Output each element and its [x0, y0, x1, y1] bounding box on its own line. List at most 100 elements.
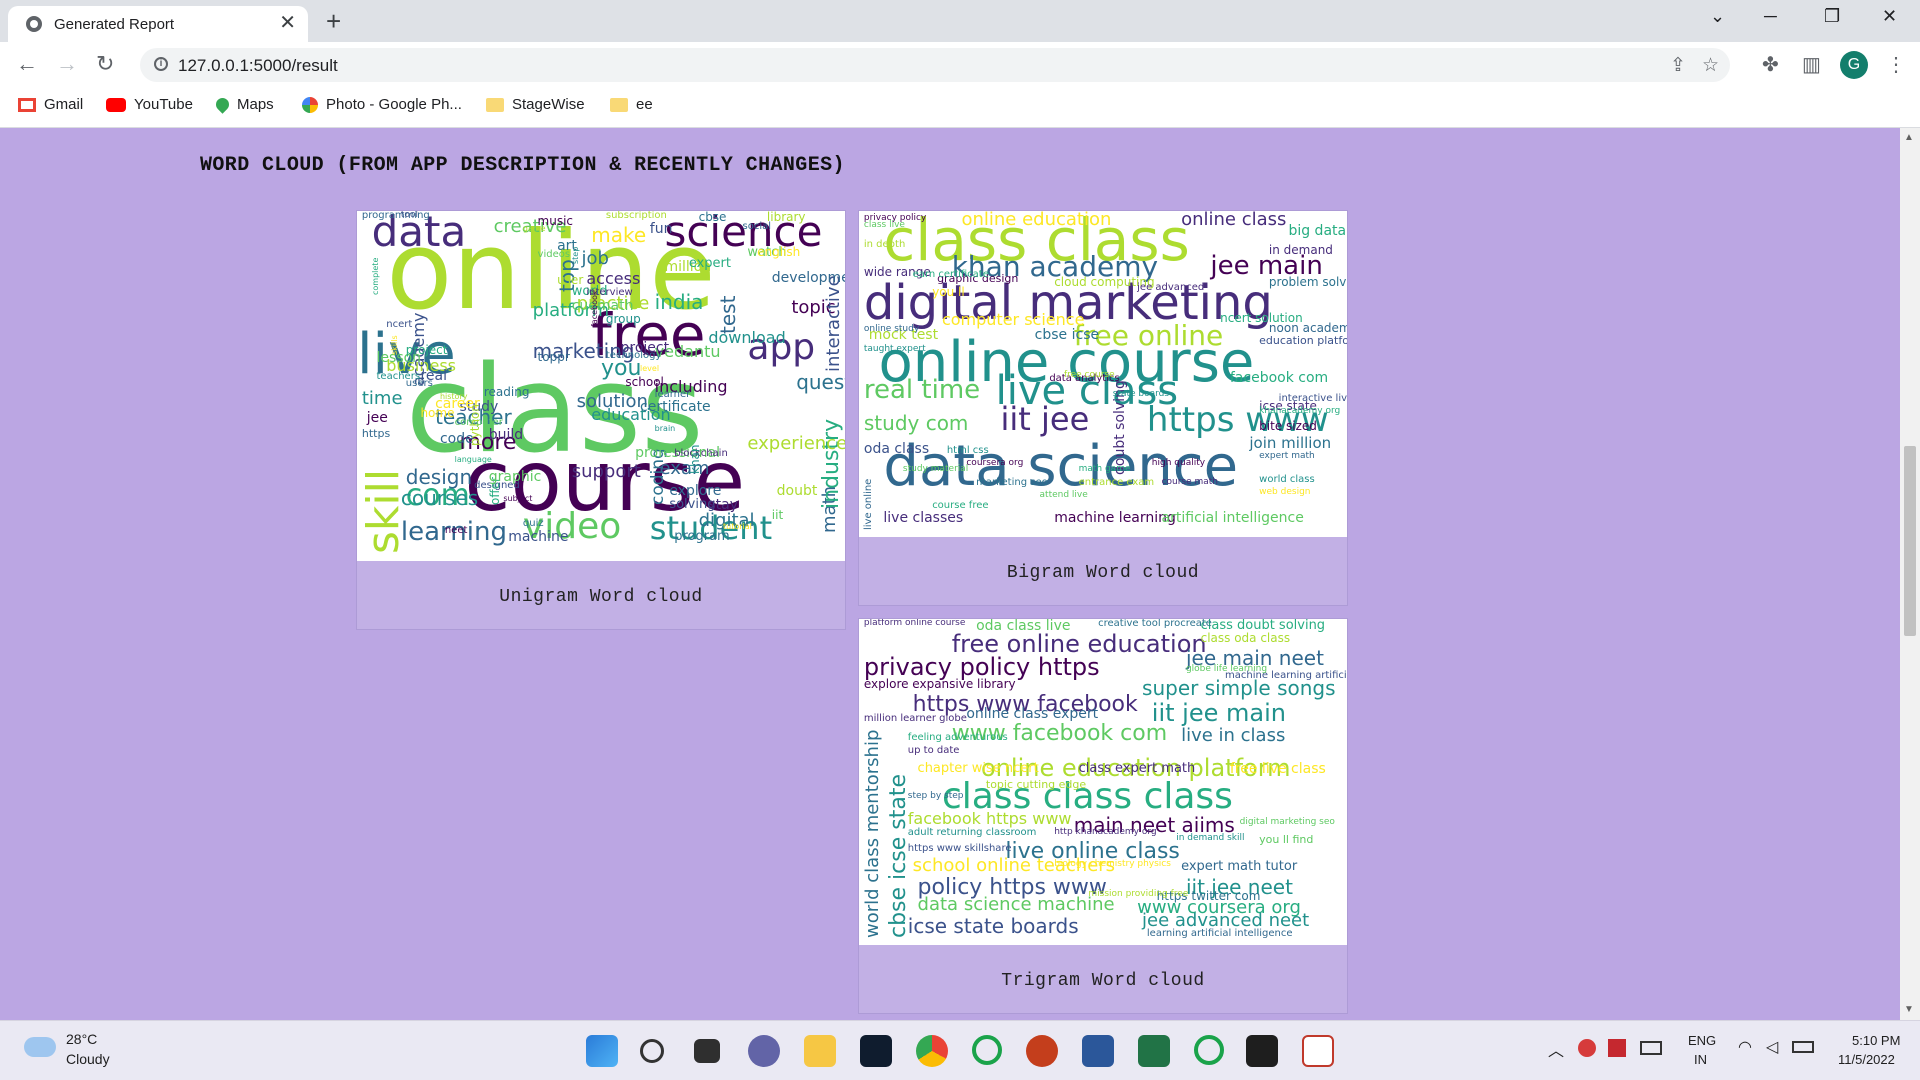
word-cloud-word: courses — [400, 485, 479, 510]
word-cloud-word: jee — [366, 409, 388, 426]
language-indicator[interactable]: ENG — [1688, 1033, 1716, 1048]
word-cloud-word: math game — [1078, 464, 1131, 475]
chrome-icon[interactable] — [916, 1035, 948, 1067]
word-cloud-word: facebook com — [1229, 369, 1329, 386]
side-panel-icon[interactable]: ▥ — [1802, 52, 1821, 77]
tab-search-icon[interactable]: ⌄ — [1710, 6, 1725, 27]
minimize-button[interactable]: ─ — [1764, 6, 1777, 27]
security-tray-icon[interactable] — [1578, 1039, 1596, 1057]
word-cloud-word: data science machine — [917, 894, 1115, 916]
word-cloud-word: mission providing free — [1088, 888, 1189, 899]
unigram-caption: Unigram Word cloud — [499, 587, 703, 607]
word-cloud-word: web design — [1259, 487, 1311, 498]
extensions-icon[interactable]: ✤ — [1762, 52, 1779, 77]
site-info-icon[interactable]: i — [154, 57, 168, 71]
word-cloud-word: http khanacademy org — [1054, 826, 1157, 837]
keyboard-icon[interactable] — [1640, 1041, 1662, 1055]
windows-start-icon[interactable] — [586, 1035, 618, 1067]
file-explorer-icon[interactable] — [804, 1035, 836, 1067]
snipping-tool-icon[interactable] — [1302, 1035, 1334, 1067]
trigram-word-cloud-image: class class class free online education pr… — [859, 619, 1347, 945]
word-cloud-word: doubt — [776, 483, 818, 499]
prime-video-icon[interactable] — [860, 1035, 892, 1067]
word-cloud-word: project — [620, 339, 670, 356]
bookmark-label: ee — [636, 96, 653, 113]
cloud-weather-icon[interactable] — [24, 1037, 56, 1057]
task-view-icon[interactable] — [694, 1039, 720, 1063]
word-icon[interactable] — [1082, 1035, 1114, 1067]
word-cloud-word: subscription — [605, 211, 667, 221]
battery-icon[interactable] — [1792, 1041, 1814, 1053]
word-cloud-word: learner — [654, 388, 691, 400]
bookmark-star-icon[interactable]: ☆ — [1702, 54, 1719, 77]
profile-avatar[interactable]: G — [1840, 51, 1868, 79]
word-cloud-word: live classes — [883, 509, 964, 526]
weather-temperature[interactable]: 28°C — [66, 1031, 97, 1047]
bookmark-maps[interactable]: Maps — [213, 95, 274, 114]
word-cloud-word: artificial intelligence — [1161, 509, 1304, 526]
word-cloud-word: digital marketing seo — [1239, 816, 1335, 827]
word-cloud-word: graphic — [488, 469, 542, 485]
address-url[interactable]: 127.0.0.1:5000/result — [178, 56, 338, 76]
clock-time[interactable]: 5:10 PM — [1852, 1033, 1900, 1048]
new-tab-button[interactable]: + — [326, 8, 341, 34]
scroll-up-arrow-icon[interactable]: ▲ — [1904, 132, 1914, 143]
close-window-button[interactable]: ✕ — [1882, 6, 1897, 27]
word-cloud-word: program — [674, 528, 730, 544]
volume-icon[interactable]: ◁ — [1766, 1037, 1778, 1057]
excel-icon[interactable] — [1138, 1035, 1170, 1067]
word-cloud-word: https www skillshare — [907, 842, 1012, 854]
close-tab-icon[interactable]: ✕ — [279, 12, 296, 34]
bookmark-google-photos[interactable]: Photo - Google Ph... — [302, 96, 462, 113]
bookmark-youtube[interactable]: YouTube — [106, 96, 193, 113]
app-ring-icon[interactable] — [972, 1035, 1002, 1065]
maps-icon — [213, 95, 232, 114]
word-cloud-word: real time — [863, 375, 981, 406]
dropbox-tray-icon[interactable] — [1608, 1039, 1626, 1057]
restore-button[interactable]: ❐ — [1824, 6, 1840, 27]
word-cloud-word: project — [405, 343, 448, 357]
word-cloud-word: school — [625, 374, 664, 389]
forward-arrow-icon[interactable]: → — [56, 52, 78, 76]
word-cloud-word: english — [757, 245, 801, 259]
show-hidden-icons-icon[interactable]: ︿ — [1548, 1037, 1564, 1061]
back-arrow-icon[interactable]: ← — [16, 52, 38, 76]
page-scrollbar[interactable]: ▲ ▼ — [1900, 128, 1920, 1020]
menu-kebab-icon[interactable]: ⋮ — [1886, 52, 1906, 77]
share-icon[interactable]: ⇪ — [1670, 54, 1686, 77]
word-cloud-word: class oda class — [1200, 631, 1291, 646]
terminal-icon[interactable] — [1246, 1035, 1278, 1067]
word-cloud-word: tutorial — [723, 521, 752, 531]
scroll-thumb[interactable] — [1904, 446, 1916, 636]
word-cloud-word: home — [420, 406, 455, 420]
address-bar[interactable]: i 127.0.0.1:5000/result ⇪ ☆ — [140, 48, 1730, 82]
bookmark-ee[interactable]: ee — [610, 96, 653, 113]
weather-condition[interactable]: Cloudy — [66, 1051, 110, 1067]
bookmark-stagewise[interactable]: StageWise — [486, 96, 585, 113]
language-region[interactable]: IN — [1694, 1052, 1707, 1067]
wifi-icon[interactable]: ◠ — [1738, 1037, 1752, 1057]
word-cloud-word: certificate — [640, 399, 711, 415]
word-cloud-word: toppr — [537, 350, 570, 364]
word-cloud-word: programming — [361, 211, 430, 221]
report-page: WORD CLOUD (FROM APP DESCRIPTION & RECEN… — [0, 128, 1900, 1020]
word-cloud-word: subject — [503, 493, 533, 503]
word-cloud-word: you ll find — [1259, 833, 1314, 847]
word-cloud-word: interview — [586, 287, 633, 298]
reload-icon[interactable]: ↻ — [96, 52, 114, 76]
teams-chat-icon[interactable] — [748, 1035, 780, 1067]
search-icon[interactable] — [640, 1039, 664, 1063]
word-cloud-word: machine — [508, 528, 569, 545]
bookmark-gmail[interactable]: Gmail — [18, 96, 83, 113]
word-cloud-word: level — [640, 364, 660, 373]
browser-tab-generated-report[interactable]: Generated Report ✕ — [8, 6, 308, 42]
word-cloud-word: creative tool procreate — [1098, 619, 1212, 629]
scroll-down-arrow-icon[interactable]: ▼ — [1904, 1004, 1914, 1015]
clock-date[interactable]: 11/5/2022 — [1838, 1052, 1895, 1067]
app-ring-icon-2[interactable] — [1194, 1035, 1224, 1065]
browser-toolbar: ← → ↻ i 127.0.0.1:5000/result ⇪ ☆ ✤ ▥ G … — [0, 42, 1920, 88]
word-cloud-word: expert math tutor — [1181, 859, 1298, 875]
word-cloud-word: social — [742, 220, 772, 232]
tab-title: Generated Report — [54, 16, 175, 33]
powerpoint-icon[interactable] — [1026, 1035, 1058, 1067]
